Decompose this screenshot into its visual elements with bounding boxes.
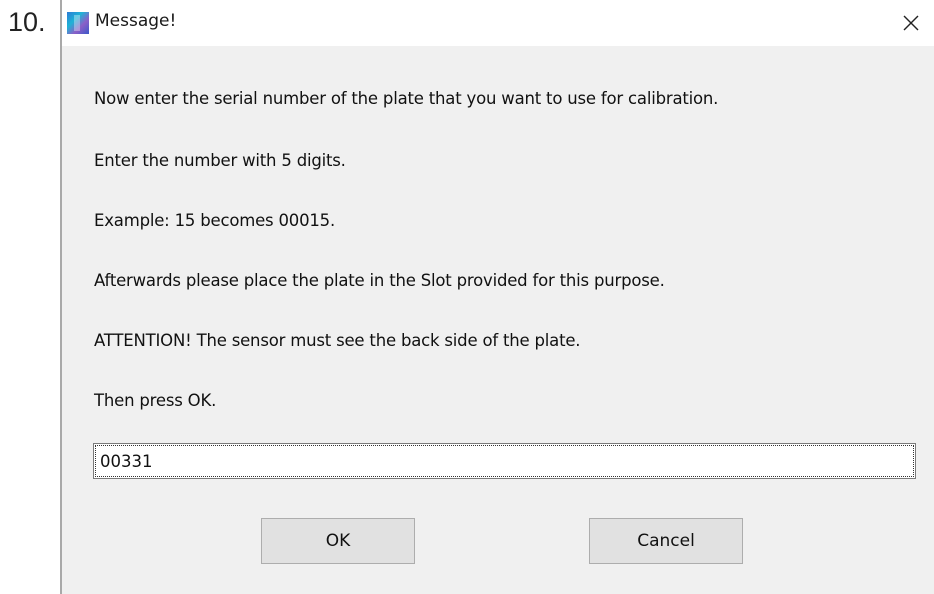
close-icon [903, 15, 919, 31]
message-line-digits: Enter the number with 5 digits. [94, 151, 346, 170]
message-line-place-plate: Afterwards please place the plate in the… [94, 271, 665, 290]
message-dialog: Message! Now enter the serial number of … [60, 0, 934, 594]
message-line-calibration: Now enter the serial number of the plate… [94, 89, 719, 108]
message-line-example: Example: 15 becomes 00015. [94, 211, 336, 230]
title-bar[interactable]: Message! [62, 0, 934, 46]
message-line-press-ok: Then press OK. [94, 391, 217, 410]
close-button[interactable] [888, 0, 934, 46]
app-icon [67, 12, 89, 34]
serial-number-input[interactable] [93, 443, 916, 479]
list-number: 10. [8, 7, 46, 37]
cancel-button[interactable]: Cancel [589, 518, 743, 564]
ok-button[interactable]: OK [261, 518, 415, 564]
message-line-attention: ATTENTION! The sensor must see the back … [94, 331, 581, 350]
window-title: Message! [95, 11, 177, 31]
